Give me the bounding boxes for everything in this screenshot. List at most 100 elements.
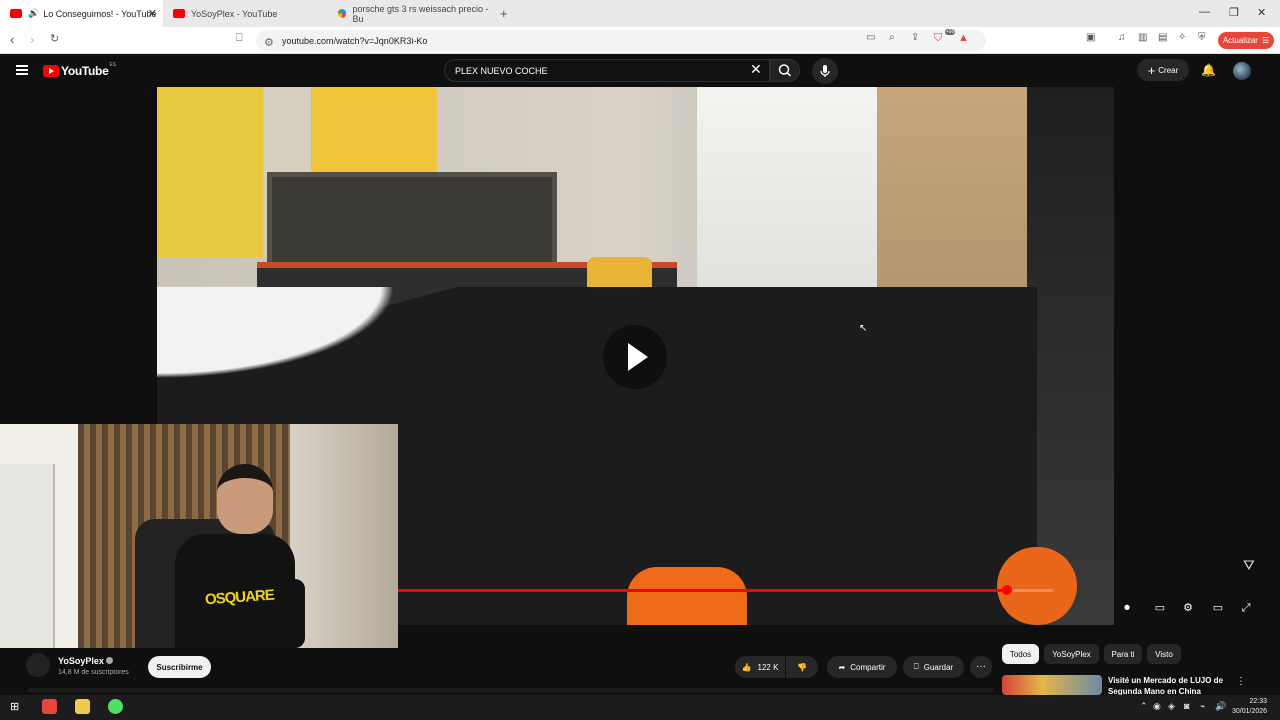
frame-oven <box>267 172 557 267</box>
zoom-icon[interactable]: ⌕ <box>889 32 895 43</box>
volume-icon[interactable]: 🔊 <box>1215 701 1226 712</box>
menu-icon: ☰ <box>1261 36 1270 45</box>
reload-icon[interactable]: ↻ <box>50 32 59 45</box>
dislike-button[interactable]: 👎 <box>786 656 818 678</box>
plus-icon: + <box>1147 62 1156 78</box>
subscriber-count: 14,8 M de suscriptores <box>58 669 129 676</box>
sidebar-icon[interactable]: ▣ <box>1086 32 1095 43</box>
account-avatar[interactable] <box>1233 62 1251 80</box>
tab-yosoyplex[interactable]: YoSoyPlex - YouTube <box>163 0 328 27</box>
windows-start-icon[interactable]: ⊞ <box>10 700 19 713</box>
youtube-favicon-icon <box>10 9 22 18</box>
subtitles-icon[interactable]: ▭ <box>1153 602 1167 614</box>
youtube-header: YouTube ES PLEX NUEVO COCHE ✕ + Crear 🔔 <box>0 54 1280 87</box>
recommendation-title[interactable]: Visité un Mercado de LUJO de Segunda Man… <box>1108 675 1238 695</box>
share-button[interactable]: ➦ Compartir <box>827 656 897 678</box>
like-count: 122 K <box>757 662 779 672</box>
search-value: PLEX NUEVO COCHE <box>455 65 548 76</box>
chip-visto[interactable]: Visto <box>1147 644 1181 664</box>
search-icon <box>778 64 792 77</box>
like-button[interactable]: 👍 122 K <box>735 656 785 678</box>
close-window-icon[interactable]: ✕ <box>1257 6 1266 19</box>
youtube-logo[interactable]: YouTube ES <box>43 62 117 78</box>
channel-watermark-icon[interactable]: ⛛ <box>1243 557 1255 574</box>
system-clock[interactable]: 22:33 30/01/2026 <box>1232 697 1267 717</box>
streamer <box>165 464 295 648</box>
chip-para-ti[interactable]: Para ti <box>1104 644 1142 664</box>
notifications-bell-icon[interactable]: 🔔 <box>1201 63 1216 77</box>
search-button[interactable] <box>770 59 800 82</box>
site-info-icon[interactable]: ⚙ <box>264 36 274 49</box>
tab-title: YoSoyPlex - YouTube <box>191 8 278 19</box>
app-green-icon[interactable] <box>108 699 123 714</box>
file-explorer-icon[interactable] <box>75 699 90 714</box>
frame-glove <box>627 567 747 625</box>
brave-browser-icon[interactable] <box>42 699 57 714</box>
reading-list-icon[interactable]: ▥ <box>1138 32 1147 43</box>
microphone-icon <box>820 65 830 77</box>
url-field[interactable]: ⚙ youtube.com/watch?v=Jqn0KR3i-Ko <box>256 30 986 51</box>
thumbs-down-icon: 👎 <box>797 662 807 672</box>
progress-bar[interactable] <box>398 585 1053 595</box>
webcam-curtain <box>290 424 398 648</box>
subscribe-button[interactable]: Suscribirme <box>148 656 211 678</box>
save-button[interactable]: ⎕ Guardar <box>903 656 964 678</box>
brave-shields-icon[interactable]: ⛉ <box>934 32 942 45</box>
voice-search-button[interactable] <box>812 58 838 84</box>
back-icon[interactable]: ‹ <box>10 32 14 47</box>
youtube-favicon-icon <box>173 9 185 18</box>
recommendation-menu-icon[interactable]: ⋮ <box>1236 676 1246 687</box>
brave-rewards-icon[interactable]: ▲ <box>958 32 969 44</box>
theater-mode-icon[interactable]: ▭ <box>1211 602 1225 614</box>
settings-gear-icon[interactable]: ⚙ <box>1181 602 1195 614</box>
speaker-icon: 🔊 <box>28 8 40 18</box>
shields-badge: +99 <box>945 29 956 35</box>
leo-ai-icon[interactable]: ✧ <box>1178 32 1186 43</box>
search-input[interactable]: PLEX NUEVO COCHE <box>444 59 770 82</box>
share-arrow-icon: ➦ <box>838 662 846 672</box>
guide-menu-icon[interactable] <box>16 65 28 75</box>
channel-name[interactable]: YoSoyPlex <box>58 656 104 666</box>
restore-icon[interactable]: ❐ <box>1229 6 1239 19</box>
network-icon[interactable]: ⌁ <box>1200 701 1205 712</box>
youtube-logo-icon <box>43 65 59 77</box>
region-code: ES <box>109 62 117 68</box>
vpn-icon[interactable]: ⛨ <box>1198 32 1206 43</box>
minimize-icon[interactable]: — <box>1199 6 1210 18</box>
tab-porsche-search[interactable]: porsche gts 3 rs weissach precio - Bu <box>328 0 493 27</box>
tray-app-icon[interactable]: ◈ <box>1168 701 1175 712</box>
media-icon[interactable]: ♫ <box>1118 32 1126 43</box>
fullscreen-icon[interactable]: ⤢ <box>1239 602 1253 614</box>
google-favicon-icon <box>338 9 347 18</box>
new-tab-button[interactable]: + <box>500 6 508 21</box>
url-text: youtube.com/watch?v=Jqn0KR3i-Ko <box>282 35 428 46</box>
chip-yosoyplex[interactable]: YoSoyPlex <box>1044 644 1099 664</box>
update-label: Actualizar <box>1222 36 1258 45</box>
autoplay-toggle-icon[interactable]: ⏺ <box>1120 602 1134 614</box>
clear-search-icon[interactable]: ✕ <box>750 61 762 78</box>
recommendation-thumbnail[interactable] <box>1002 675 1102 695</box>
close-tab-icon[interactable]: ✕ <box>148 7 157 20</box>
bookmark-icon[interactable]: ⎕ <box>236 32 243 45</box>
channel-avatar[interactable] <box>26 653 50 677</box>
comments-divider <box>28 688 993 692</box>
create-button[interactable]: + Crear <box>1137 59 1189 81</box>
play-button-icon[interactable] <box>603 325 667 389</box>
discord-icon[interactable]: ◙ <box>1184 701 1189 711</box>
save-bookmark-icon: ⎕ <box>913 662 919 671</box>
webcam-microphone <box>283 579 305 648</box>
forward-icon[interactable]: › <box>30 32 34 47</box>
chip-todos[interactable]: Todos <box>1002 644 1039 664</box>
tab-lo-conseguimos[interactable]: 🔊 Lo Conseguimos! - YouTube ✕ <box>0 0 163 27</box>
progress-played <box>398 589 1008 592</box>
update-button[interactable]: Actualizar ☰ <box>1218 32 1274 49</box>
tray-chevron-icon[interactable]: ⌃ <box>1140 701 1148 712</box>
frame-dark-edge <box>1027 87 1114 625</box>
wallet-icon[interactable]: ▤ <box>1158 32 1167 43</box>
steam-icon[interactable]: ◉ <box>1153 701 1161 712</box>
share-icon[interactable]: ⇪ <box>911 32 919 43</box>
webcam-overlay: OSQUARE <box>0 424 398 648</box>
install-app-icon[interactable]: ▭ <box>866 32 875 43</box>
more-actions-button[interactable]: ··· <box>970 656 992 678</box>
verified-icon <box>106 657 113 664</box>
